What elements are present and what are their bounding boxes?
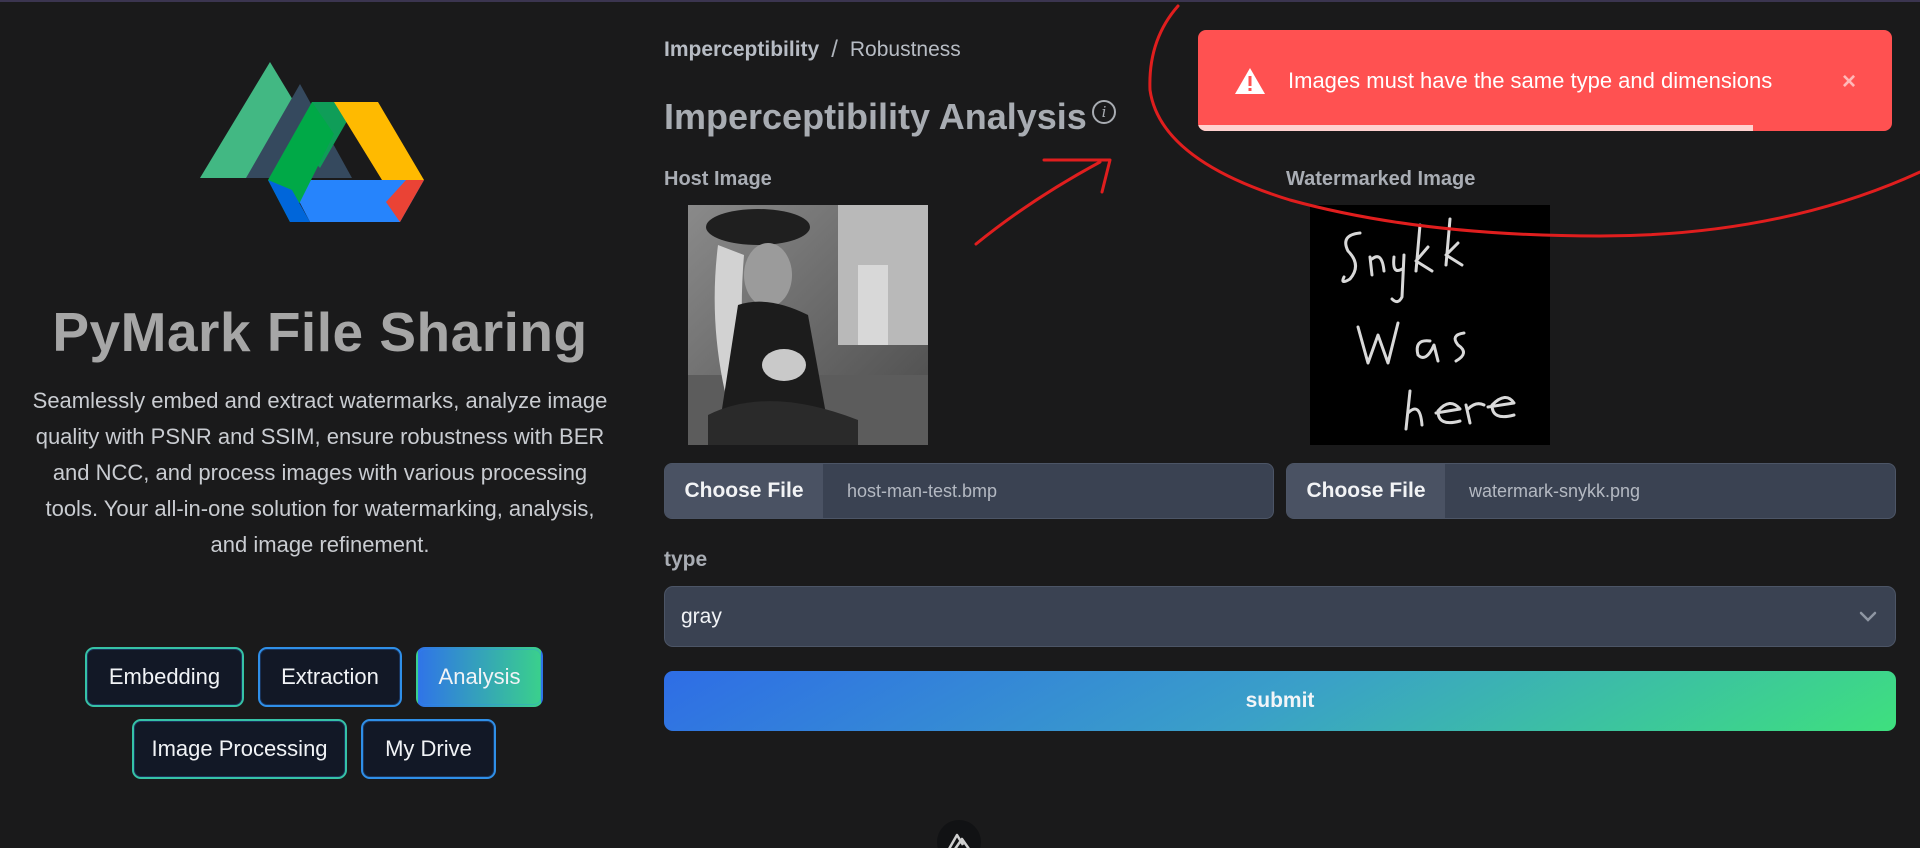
watermark-file-input[interactable]: Choose File watermark-snykk.png [1286, 463, 1896, 519]
type-select[interactable]: gray [664, 586, 1896, 647]
pymark-logo [200, 62, 424, 222]
type-label: type [664, 548, 708, 571]
host-image-label: Host Image [664, 168, 772, 190]
watermark-handwriting [1341, 217, 1516, 431]
breadcrumb: Imperceptibility / Robustness [664, 36, 961, 64]
breadcrumb-imperceptibility[interactable]: Imperceptibility [664, 38, 819, 62]
error-toast: Images must have the same type and dimen… [1198, 30, 1892, 131]
type-select-value: gray [681, 604, 722, 628]
host-choose-file-button[interactable]: Choose File [665, 464, 823, 518]
nav-embedding-button[interactable]: Embedding [85, 647, 244, 707]
annotation-arrow [974, 158, 1112, 246]
watermark-choose-file-button[interactable]: Choose File [1287, 464, 1445, 518]
toast-progress-bar [1198, 125, 1754, 131]
toast-message: Images must have the same type and dimen… [1288, 67, 1773, 93]
app-description: Seamlessly embed and extract watermarks,… [32, 388, 608, 557]
nav-analysis-button[interactable]: Analysis [416, 647, 543, 707]
app-title: PyMark File Sharing [52, 301, 588, 363]
sidebar: PyMark File Sharing Seamlessly embed and… [0, 0, 640, 848]
warning-triangle-icon [1235, 67, 1265, 94]
page-title: Imperceptibility Analysis [664, 96, 1087, 137]
watermark-image-preview [1310, 205, 1550, 445]
submit-button[interactable]: submit [664, 671, 1896, 731]
nav-extraction-button[interactable]: Extraction [258, 647, 402, 707]
host-image-preview [688, 205, 928, 445]
chevron-down-icon [1859, 611, 1877, 622]
info-icon[interactable]: i [1092, 100, 1116, 124]
host-file-name: host-man-test.bmp [847, 480, 998, 501]
toast-close-icon[interactable]: × [1842, 68, 1856, 96]
nav-my-drive-button[interactable]: My Drive [361, 719, 496, 779]
breadcrumb-separator: / [831, 36, 838, 63]
nav-image-processing-button[interactable]: Image Processing [132, 719, 347, 779]
watermarked-image-label: Watermarked Image [1286, 168, 1476, 190]
floating-logo-icon[interactable] [937, 820, 981, 848]
host-file-input[interactable]: Choose File host-man-test.bmp [664, 463, 1274, 519]
watermark-file-name: watermark-snykk.png [1469, 480, 1641, 501]
breadcrumb-robustness[interactable]: Robustness [850, 38, 961, 62]
host-image-photo [688, 205, 928, 445]
